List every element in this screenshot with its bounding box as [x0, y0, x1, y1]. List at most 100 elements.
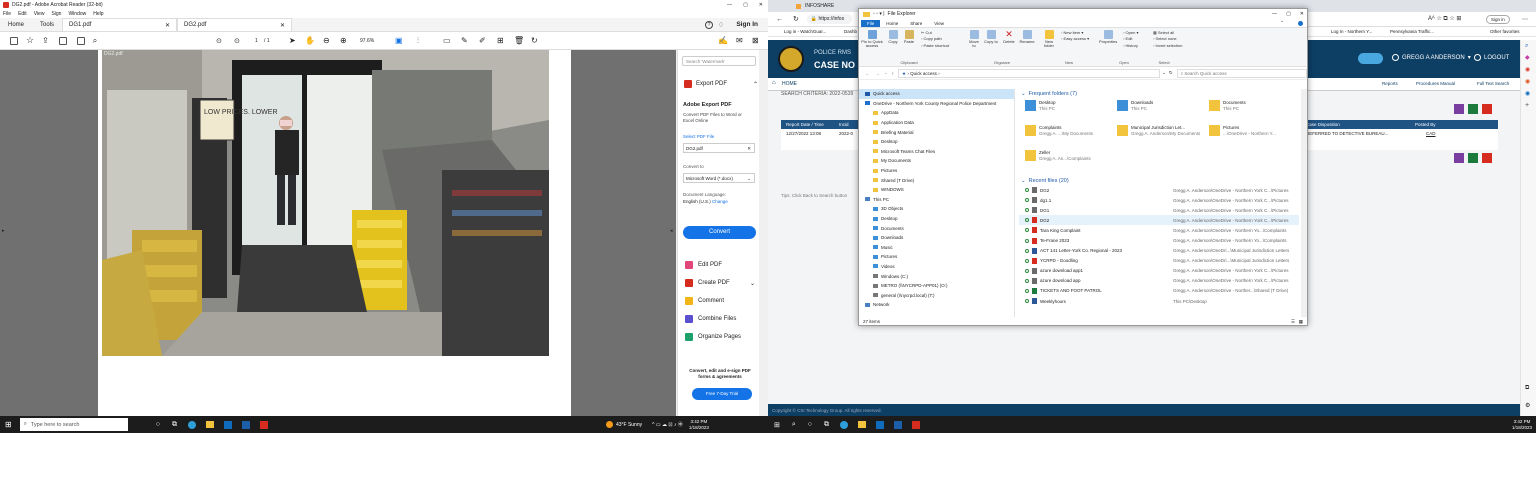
browser-tab-title[interactable]: INFOSHARE: [805, 3, 834, 9]
cell-posted-by[interactable]: CAD: [1426, 131, 1436, 136]
tray-icons[interactable]: ^ ▭ ☁ ⊡ ♪ ㊥: [652, 421, 683, 428]
app-icon[interactable]: [241, 420, 250, 429]
export-pdf-icon[interactable]: [1482, 153, 1492, 163]
sidebar-layout-icon[interactable]: ⧉: [1525, 385, 1529, 392]
nav-item-network[interactable]: Network: [859, 300, 1014, 310]
app-icon[interactable]: [894, 420, 903, 429]
nav-item-appdata[interactable]: AppData: [859, 108, 1014, 118]
fit-page-icon[interactable]: ▣: [395, 36, 403, 45]
recent-file-row[interactable]: Tara King Complaint Gregg A. Anderson\One…: [1019, 225, 1299, 235]
nav-item-pictures[interactable]: Pictures: [859, 252, 1014, 262]
taskbar-search-box[interactable]: ⌕ Type here to search: [19, 418, 128, 431]
copy-to-button[interactable]: Copy to: [984, 30, 998, 44]
sidebar-settings-icon[interactable]: ⚙: [1525, 402, 1530, 409]
sidebar-search-icon[interactable]: ⌕: [1525, 43, 1528, 50]
page-number-input[interactable]: 1: [255, 38, 258, 44]
export-xml-icon[interactable]: [1454, 153, 1464, 163]
nav-item-metro-nycrpd-app01-o[interactable]: METRO (\\NYCRPD-APP01) (O:): [859, 281, 1014, 291]
explorer-scrollbar[interactable]: [1301, 89, 1307, 317]
address-bar[interactable]: 🔒 https://infos: [806, 14, 852, 24]
nav-item-my-documents[interactable]: My Documents: [859, 156, 1014, 166]
zoom-in-icon[interactable]: ⊕: [340, 36, 347, 45]
windows-start-icon[interactable]: ⊞: [5, 420, 12, 429]
chevron-down-icon[interactable]: ⌄: [750, 280, 755, 287]
file-explorer-icon[interactable]: [205, 421, 214, 428]
user-menu[interactable]: GREGG A ANDERSON ▾: [1392, 54, 1471, 61]
tool-combine-files[interactable]: Combine Files: [685, 315, 736, 323]
explorer-address-bar[interactable]: ★ › Quick access ›: [898, 68, 1161, 78]
nav-item-windows-c[interactable]: Windows (C:): [859, 271, 1014, 281]
highlight-icon[interactable]: ✎: [461, 36, 468, 45]
menu-window[interactable]: Window: [68, 11, 86, 17]
back-icon[interactable]: ←: [865, 71, 870, 76]
help-icon[interactable]: [1298, 20, 1303, 26]
edge-icon[interactable]: [187, 420, 196, 429]
clear-icon[interactable]: ✕: [747, 146, 751, 152]
recent-locations-icon[interactable]: ⌄: [884, 70, 888, 76]
rename-button[interactable]: Rename: [1019, 30, 1035, 44]
delete-button[interactable]: ✕ Delete: [1002, 30, 1016, 44]
recent-file-row[interactable]: azure download app1 Gregg A. Anderson\One…: [1019, 266, 1299, 276]
history-button[interactable]: ▫ History: [1123, 43, 1138, 49]
edge-icon[interactable]: [840, 420, 849, 429]
recent-file-row[interactable]: azure download app Gregg A. Anderson\OneD…: [1019, 276, 1299, 286]
menu-help[interactable]: Help: [93, 11, 103, 17]
frequent-folder-tile[interactable]: Downloads This PC: [1117, 100, 1207, 122]
sidebar-shopping-icon[interactable]: ◆: [1525, 54, 1530, 61]
page-down-icon[interactable]: ⊙: [234, 37, 240, 45]
share-icon[interactable]: ⊠: [752, 36, 759, 45]
left-panel-arrow-icon[interactable]: ▸: [2, 228, 5, 234]
tab-dg1[interactable]: DG1.pdf ✕: [62, 18, 178, 31]
easy-access-button[interactable]: ▫ Easy access ▾: [1061, 36, 1089, 42]
tab-dg2[interactable]: DG2.pdf ✕: [177, 18, 293, 31]
quick-toolbar-icons[interactable]: ▫ ▫ ▾ |: [873, 11, 885, 17]
paste-button[interactable]: Paste: [903, 30, 915, 44]
recent-file-row[interactable]: YCRPD - Goodling Gregg A. Anderson\OneDri…: [1019, 256, 1299, 266]
text-icon[interactable]: ⊞: [497, 36, 504, 45]
panel-scrollbar[interactable]: [760, 50, 768, 416]
search-icon[interactable]: ⌕: [792, 421, 796, 429]
ribbon-tab-view[interactable]: View: [928, 20, 950, 27]
menu-view[interactable]: View: [34, 11, 45, 17]
browser-sign-in[interactable]: Sign in: [1486, 14, 1510, 24]
recent-file-row[interactable]: ACT 141 Letter-York Co. Regional - 2023 G…: [1019, 246, 1299, 256]
recent-file-row[interactable]: dg1.1 Gregg A. Anderson\OneDrive - Northe…: [1019, 195, 1299, 205]
minimize-button[interactable]: —: [1272, 11, 1277, 17]
back-icon[interactable]: ←: [776, 16, 783, 23]
selected-file-field[interactable]: DG2.pdf ✕: [683, 143, 755, 153]
frequent-folders-header[interactable]: ⌄ Frequent folders (7): [1019, 89, 1299, 98]
procedures-link[interactable]: Procedures Manual: [1416, 81, 1455, 86]
nav-item-shared-t-drive[interactable]: Shared (T Drive): [859, 175, 1014, 185]
weather-text[interactable]: 43°F Sunny: [616, 422, 642, 428]
clock[interactable]: 3:42 PM 1/18/2023: [1512, 419, 1532, 430]
refresh-icon[interactable]: ↻: [793, 15, 799, 23]
frequent-folder-tile[interactable]: Complaints Gregg A. ...\My Documents: [1025, 125, 1115, 147]
frequent-folder-tile[interactable]: Zeller Gregg A. An...\Complaints: [1025, 150, 1115, 172]
export-pdf-icon[interactable]: [1482, 104, 1492, 114]
nav-item-microsoft-teams-chat-files[interactable]: Microsoft Teams Chat Files: [859, 147, 1014, 157]
print-icon[interactable]: [76, 36, 85, 45]
nav-item-this-pc[interactable]: This PC: [859, 195, 1014, 205]
sign-in-button[interactable]: Sign In: [736, 21, 758, 28]
tool-organize-pages[interactable]: Organize Pages: [685, 333, 741, 341]
nav-item-videos[interactable]: Videos: [859, 262, 1014, 272]
outlook-icon[interactable]: [223, 420, 232, 429]
format-dropdown[interactable]: Microsoft Word (*.docx) ⌄: [683, 173, 755, 183]
paste-shortcut-button[interactable]: ▫ Paste shortcut: [921, 43, 949, 49]
full-text-search-link[interactable]: Full Text Search: [1477, 81, 1509, 86]
draw-icon[interactable]: ✐: [479, 36, 486, 45]
change-language-link[interactable]: Change: [712, 199, 728, 204]
tiles-view-icon[interactable]: ▦: [1299, 319, 1303, 325]
comment-icon[interactable]: ▭: [443, 36, 451, 45]
recent-file-row[interactable]: Te-Frane 2023 Gregg A. Anderson\OneDrive …: [1019, 235, 1299, 245]
forward-icon[interactable]: →: [876, 71, 881, 76]
search-icon[interactable]: ⌕: [93, 36, 97, 46]
invert-selection-button[interactable]: ▫ Invert selection: [1153, 43, 1182, 49]
nav-item-general-nycrpd-local-t[interactable]: general (\\nycrpd.local) (T:): [859, 290, 1014, 300]
frequent-folder-tile[interactable]: Municipal Jurisdiction Let... Gregg A. An…: [1117, 125, 1207, 147]
sidebar-add-icon[interactable]: +: [1525, 102, 1529, 109]
rotate-icon[interactable]: ↻: [531, 36, 538, 45]
sidebar-tools-icon[interactable]: ◉: [1525, 66, 1530, 73]
task-view-icon[interactable]: ⧉: [824, 421, 829, 429]
maximize-button[interactable]: ▢: [1286, 11, 1291, 17]
